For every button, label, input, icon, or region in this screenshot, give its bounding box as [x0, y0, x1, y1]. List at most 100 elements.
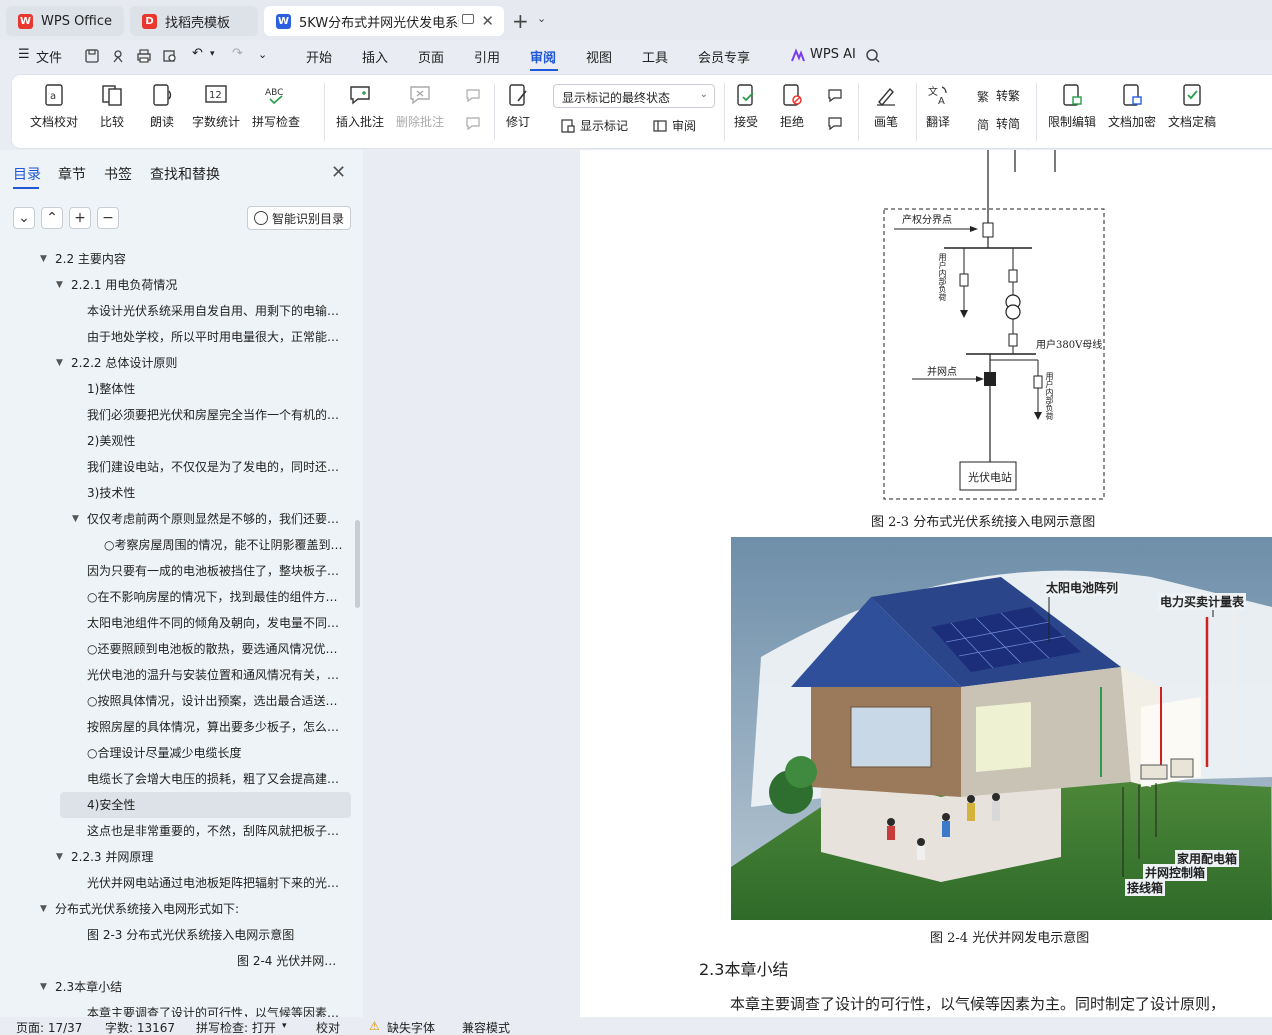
toc-item[interactable]: 2)美观性 — [87, 428, 344, 454]
accept-button[interactable]: 接受 — [734, 83, 758, 130]
menu-page[interactable]: 页面 — [418, 47, 444, 66]
expand-toggle-icon[interactable]: ▼ — [56, 844, 63, 870]
next-comment-icon[interactable] — [464, 115, 482, 133]
toc-item[interactable]: 图 2-3 分布式光伏系统接入电网示意图 — [87, 922, 344, 948]
show-markup-button[interactable]: 显示标记 — [560, 117, 628, 134]
next-change-icon[interactable] — [826, 115, 844, 133]
menu-insert[interactable]: 插入 — [362, 47, 388, 66]
expand-toggle-icon[interactable]: ▼ — [72, 506, 79, 532]
toc-item[interactable]: 因为只要有一成的电池板被挡住了，整块板子… — [87, 558, 344, 584]
nav-tab-toc[interactable]: 目录 — [13, 164, 41, 184]
proofread-button[interactable]: a 文档校对 — [30, 83, 78, 130]
toc-item[interactable]: 电缆长了会增大电压的损耗，粗了又会提高建… — [87, 766, 344, 792]
chevron-down-icon[interactable]: ▾ — [282, 1021, 287, 1031]
toc-item[interactable]: 按照房屋的具体情况，算出要多少板子，怎么… — [87, 714, 344, 740]
tab-docer-templates[interactable]: D 找稻壳模板 — [130, 6, 258, 36]
menu-wps-ai[interactable]: WPS AI — [810, 47, 856, 62]
proofread-status[interactable]: 校对 — [316, 1019, 340, 1035]
toc-item[interactable]: ○合理设计尽量减少电缆长度 — [87, 740, 344, 766]
word-count-button[interactable]: 12 字数统计 — [192, 83, 240, 130]
menu-reference[interactable]: 引用 — [474, 47, 500, 66]
nav-tab-bookmarks[interactable]: 书签 — [104, 164, 132, 184]
toc-item[interactable]: 我们必须要把光伏和房屋完全当作一个有机的… — [87, 402, 344, 428]
reject-button[interactable]: 拒绝 — [780, 83, 804, 130]
toc-item[interactable]: 分布式光伏系统接入电网形式如下: — [55, 896, 344, 922]
menu-tools[interactable]: 工具 — [642, 47, 668, 66]
toc-item[interactable]: 2.2 主要内容 — [55, 246, 344, 272]
toc-item[interactable]: 光伏并网电站通过电池板矩阵把辐射下来的光… — [87, 870, 344, 896]
menu-file[interactable]: 文件 — [36, 47, 62, 66]
prev-comment-icon[interactable] — [464, 87, 482, 105]
prev-change-icon[interactable] — [826, 87, 844, 105]
search-icon[interactable] — [865, 48, 881, 64]
revise-button[interactable]: 修订 — [506, 83, 530, 130]
translate-button[interactable]: 文A 翻译 — [926, 83, 950, 130]
read-aloud-button[interactable]: 朗读 — [150, 83, 174, 130]
close-tab-icon[interactable]: ✕ — [481, 12, 494, 30]
more-chevron-icon[interactable]: ⌄ — [258, 48, 267, 61]
encrypt-button[interactable]: 文档加密 — [1108, 83, 1156, 130]
delete-comment-button[interactable]: 删除批注 — [396, 83, 444, 130]
markup-mode-select[interactable]: 显示标记的最终状态 ⌄ — [553, 84, 715, 108]
toc-item[interactable]: 这点也是非常重要的，不然，刮阵风就把板子… — [87, 818, 344, 844]
menu-hamburger-icon[interactable]: ☰ — [18, 47, 30, 62]
toc-item[interactable]: ○还要照顾到电池板的散热，要选通风情况优… — [87, 636, 344, 662]
menu-review[interactable]: 审阅 — [530, 47, 556, 66]
add-heading-button[interactable]: + — [69, 207, 91, 229]
compare-button[interactable]: 比较 — [100, 83, 124, 130]
toc-item[interactable]: 我们建设电站，不仅仅是为了发电的，同时还… — [87, 454, 344, 480]
toc-item[interactable]: 光伏电池的温升与安装位置和通风情况有关，… — [87, 662, 344, 688]
toc-item[interactable]: 由于地处学校，所以平时用电量很大，正常能… — [87, 324, 344, 350]
toc-item[interactable]: 1)整体性 — [87, 376, 344, 402]
spell-check-status[interactable]: 拼写检查: 打开 — [196, 1019, 276, 1035]
share-icon[interactable] — [110, 48, 126, 64]
menu-view[interactable]: 视图 — [586, 47, 612, 66]
tab-wps-office[interactable]: W WPS Office — [6, 6, 124, 36]
chevron-down-icon[interactable]: ⌄ — [537, 12, 546, 25]
review-pane-button[interactable]: 审阅 — [652, 117, 696, 134]
page-indicator[interactable]: 页面: 17/37 — [16, 1019, 82, 1035]
insert-comment-button[interactable]: 插入批注 — [336, 83, 384, 130]
menu-member[interactable]: 会员专享 — [698, 47, 750, 66]
expand-toggle-icon[interactable]: ▼ — [40, 974, 47, 1000]
nav-scrollbar[interactable] — [355, 520, 360, 608]
tab-document[interactable]: W 5KW分布式并网光伏发电系统 ✕ — [264, 6, 504, 36]
print-preview-icon[interactable] — [162, 48, 178, 64]
to-traditional-button[interactable]: 繁 转繁 — [976, 87, 1020, 104]
redo-icon[interactable]: ↷ — [232, 46, 243, 61]
new-tab-icon[interactable]: + — [512, 9, 529, 33]
expand-toggle-icon[interactable]: ▼ — [40, 246, 47, 272]
remove-heading-button[interactable]: − — [97, 207, 119, 229]
toc-item[interactable]: 仅仅考虑前两个原则显然是不够的，我们还要… — [87, 506, 344, 532]
collapse-all-button[interactable]: ⌄ — [13, 207, 35, 229]
to-simplified-button[interactable]: 简 转简 — [976, 115, 1020, 132]
toc-item[interactable]: 4)安全性 — [60, 792, 351, 818]
toc-item[interactable]: 2.2.2 总体设计原则 — [71, 350, 344, 376]
document-page[interactable]: 产权分界点 用户内部负荷 用户380V母线 并网点 用户内部负荷 光伏电站 图 … — [580, 150, 1272, 1017]
toc-item[interactable]: 3)技术性 — [87, 480, 344, 506]
toc-item[interactable]: ○按照具体情况，设计出预案，选出最合适送… — [87, 688, 344, 714]
expand-up-button[interactable]: ⌃ — [41, 207, 63, 229]
spell-check-button[interactable]: ABC 拼写检查 — [252, 83, 300, 130]
expand-toggle-icon[interactable]: ▼ — [56, 272, 63, 298]
toc-item[interactable]: 太阳电池组件不同的倾角及朝向，发电量不同… — [87, 610, 344, 636]
close-panel-icon[interactable]: ✕ — [331, 162, 346, 183]
toc-item[interactable]: 2.2.1 用电负荷情况 — [71, 272, 344, 298]
nav-tab-chapters[interactable]: 章节 — [58, 164, 86, 184]
chevron-down-icon[interactable]: ▾ — [210, 49, 215, 59]
toc-item[interactable]: 本设计光伏系统采用自发自用、用剩下的电输… — [87, 298, 344, 324]
undo-icon[interactable]: ↶ — [192, 46, 203, 61]
toc-item[interactable]: ○考察房屋周围的情况，能不让阴影覆盖到… — [104, 532, 344, 558]
nav-tab-find-replace[interactable]: 查找和替换 — [150, 164, 220, 184]
monitor-icon[interactable] — [462, 14, 474, 24]
pen-button[interactable]: 画笔 — [874, 83, 898, 130]
finalize-button[interactable]: 文档定稿 — [1168, 83, 1216, 130]
restrict-edit-button[interactable]: 限制编辑 — [1048, 83, 1096, 130]
menu-start[interactable]: 开始 — [306, 47, 332, 66]
toc-item[interactable]: 图 2-4 光伏并网… — [237, 948, 344, 974]
expand-toggle-icon[interactable]: ▼ — [40, 896, 47, 922]
save-icon[interactable] — [84, 48, 100, 64]
toc-item[interactable]: 2.2.3 并网原理 — [71, 844, 344, 870]
toc-item[interactable]: ○在不影响房屋的情况下，找到最佳的组件方… — [87, 584, 344, 610]
toc-item[interactable]: 2.3本章小结 — [55, 974, 344, 1000]
